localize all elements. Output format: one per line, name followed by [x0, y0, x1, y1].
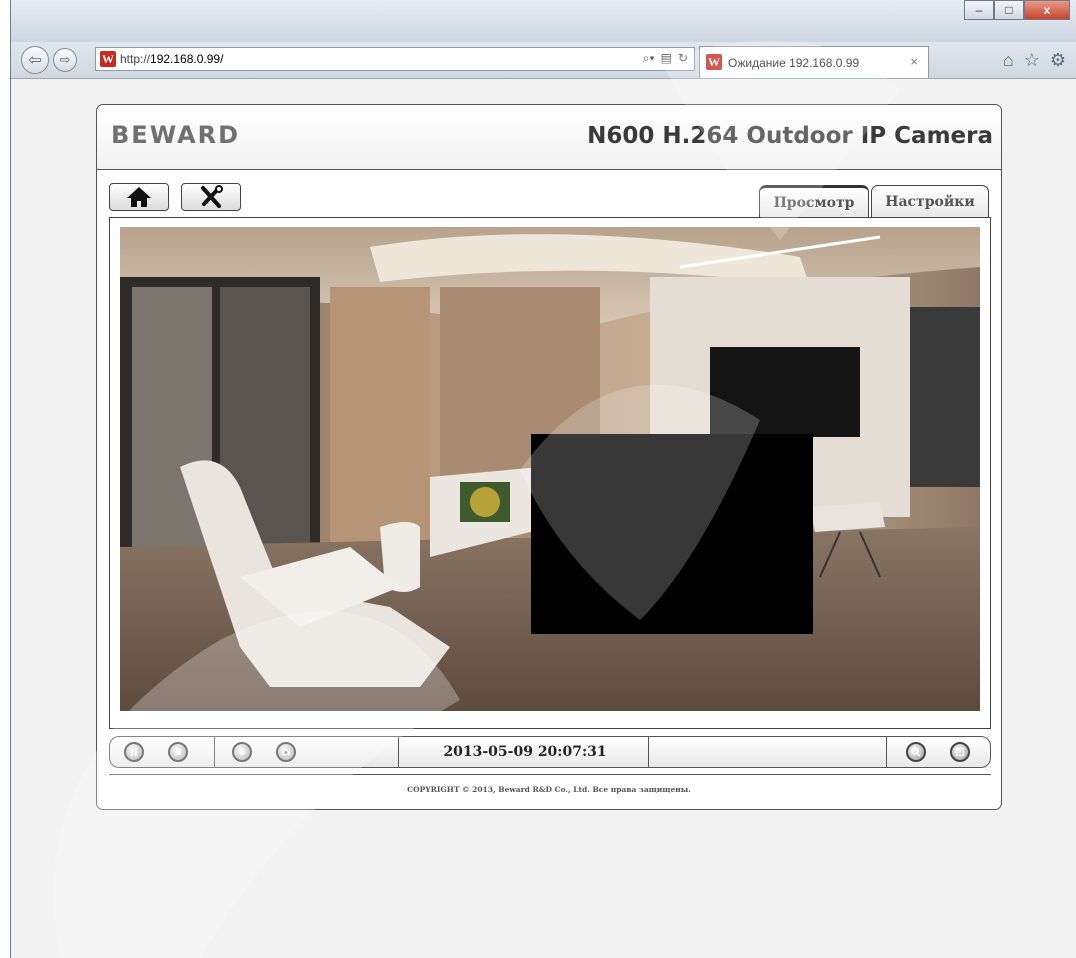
video-frame — [109, 217, 991, 729]
camera-header: BEWARD N600 H.264 Outdoor IP Camera — [97, 105, 1001, 170]
separator — [886, 737, 887, 767]
zoom-button[interactable] — [906, 742, 926, 762]
camera-panel: BEWARD N600 H.264 Outdoor IP Camera Прос… — [96, 104, 1002, 810]
fullscreen-button[interactable] — [950, 742, 970, 762]
record-button[interactable] — [232, 742, 252, 762]
search-icon[interactable]: ⌕▾ — [643, 51, 655, 66]
pause-button[interactable] — [124, 742, 144, 762]
forward-icon: ⇨ — [59, 52, 71, 67]
pause-icon — [131, 748, 137, 756]
page-title: N600 H.264 Outdoor IP Camera — [587, 123, 993, 149]
browser-navbar: ⇦ ⇨ W http://192.168.0.99/ ⌕▾ ▤ ↻ W Ожид… — [11, 42, 1076, 79]
tab-title: Ожидание 192.168.0.99 — [728, 56, 860, 70]
fullscreen-icon — [955, 747, 965, 757]
url-host: 192.168.0.99/ — [150, 52, 224, 66]
stop-icon — [175, 749, 181, 755]
compat-view-icon[interactable]: ▤ — [661, 51, 672, 66]
site-favicon: W — [100, 51, 116, 67]
stop-button[interactable] — [168, 742, 188, 762]
page-content: BEWARD N600 H.264 Outdoor IP Camera Прос… — [11, 79, 1076, 958]
home-icon[interactable]: ⌂ — [1003, 50, 1014, 71]
footer-divider — [109, 774, 991, 775]
browser-tab[interactable]: W Ожидание 192.168.0.99 × — [699, 46, 929, 78]
separator — [214, 737, 215, 767]
tab-favicon: W — [706, 54, 722, 70]
snapshot-icon — [282, 750, 290, 755]
home-icon — [127, 187, 151, 207]
address-icons: ⌕▾ ▤ ↻ — [643, 51, 688, 66]
back-button[interactable]: ⇦ — [21, 46, 49, 74]
video-timestamp: 2013-05-09 20:07:31 — [443, 744, 607, 760]
camera-video-feed[interactable] — [120, 227, 980, 711]
url-text: http://192.168.0.99/ — [120, 52, 223, 66]
privacy-mask — [531, 434, 813, 634]
tab-settings[interactable]: Настройки — [871, 185, 989, 217]
tab-close-icon[interactable]: × — [910, 54, 918, 69]
address-bar[interactable]: W http://192.168.0.99/ ⌕▾ ▤ ↻ — [95, 47, 695, 71]
close-window-button[interactable]: x — [1024, 0, 1070, 20]
url-prefix: http:// — [120, 52, 151, 66]
refresh-icon[interactable]: ↻ — [678, 51, 688, 66]
zoom-icon — [911, 747, 921, 757]
video-control-bar: 2013-05-09 20:07:31 — [109, 736, 991, 768]
browser-window: ‒ □ x ⇦ ⇨ W http://192.168.0.99/ ⌕▾ ▤ ↻ … — [10, 0, 1076, 958]
gear-icon[interactable]: ⚙ — [1050, 50, 1066, 71]
separator — [398, 737, 399, 767]
tab-view[interactable]: Просмотр — [759, 185, 869, 217]
room-scene-image — [120, 227, 980, 711]
window-controls: ‒ □ x — [964, 0, 1070, 20]
forward-button[interactable]: ⇨ — [53, 48, 77, 72]
browser-tools: ⌂ ☆ ⚙ — [1003, 50, 1066, 71]
copyright-text: COPYRIGHT © 2013, Beward R&D Co., Ltd. В… — [407, 785, 691, 794]
minimize-button[interactable]: ‒ — [964, 0, 994, 20]
record-icon — [239, 749, 245, 755]
back-icon: ⇦ — [28, 52, 42, 69]
separator — [648, 737, 649, 767]
maximize-button[interactable]: □ — [994, 0, 1024, 20]
snapshot-button[interactable] — [276, 742, 296, 762]
star-icon[interactable]: ☆ — [1024, 50, 1040, 71]
settings-tools-button[interactable] — [181, 183, 241, 211]
wrench-icon — [201, 185, 223, 208]
title-bar: ‒ □ x — [11, 0, 1076, 42]
home-button[interactable] — [109, 183, 169, 211]
beward-logo: BEWARD — [111, 121, 241, 149]
